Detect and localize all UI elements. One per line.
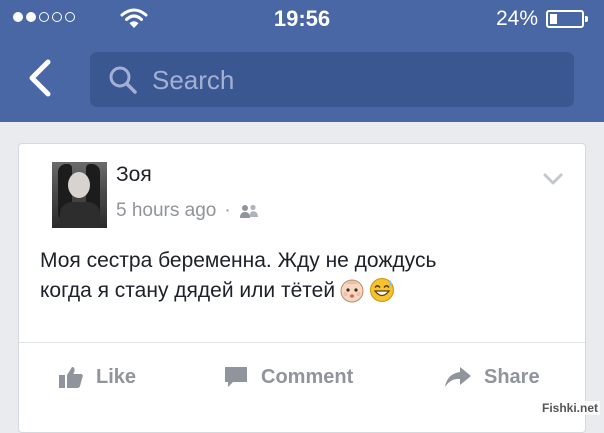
chevron-left-icon [29, 59, 51, 97]
post-meta: 5 hours ago · [116, 200, 259, 222]
share-icon [445, 367, 471, 387]
grinning-sweat-emoji-icon [370, 278, 395, 302]
friends-icon [239, 204, 258, 218]
author-name[interactable]: Зоя [116, 163, 152, 187]
post-text: Моя сестра беременна. Жду не дождусь ког… [40, 246, 560, 306]
post-timestamp[interactable]: 5 hours ago [116, 200, 216, 222]
post-text-segment: когда я стану дядей или тётей [40, 279, 336, 302]
battery-icon [546, 10, 588, 28]
baby-face-emoji-icon [340, 279, 364, 303]
post-text-line: Моя сестра беременна. Жду не дождусь [40, 249, 437, 272]
back-button[interactable] [22, 58, 62, 102]
share-label: Share [484, 365, 540, 388]
battery-percentage: 24% [495, 7, 538, 30]
app-header: 19:56 24% Search [0, 0, 604, 122]
thumbs-up-icon [59, 367, 83, 388]
search-icon [109, 66, 137, 94]
post-card: Зоя 5 hours ago · Моя сестра беременна. … [18, 143, 586, 433]
avatar-shirt [60, 202, 100, 228]
battery-nub [585, 16, 588, 22]
share-button[interactable]: Share [444, 365, 540, 389]
chevron-down-icon[interactable] [543, 172, 563, 186]
post-text-line: когда я стану дядей или тётей [40, 276, 560, 306]
like-button[interactable]: Like [58, 365, 136, 389]
watermark: Fishki.net [539, 401, 600, 415]
status-bar: 19:56 24% [0, 0, 604, 40]
comment-label: Comment [261, 365, 354, 388]
battery-level [550, 14, 557, 24]
like-label: Like [96, 365, 137, 388]
avatar-face [68, 172, 90, 198]
meta-separator: · [224, 200, 231, 221]
search-input[interactable]: Search [90, 52, 574, 107]
search-placeholder: Search [152, 65, 235, 95]
avatar[interactable] [52, 162, 107, 228]
comment-button[interactable]: Comment [223, 365, 353, 389]
comment-icon [225, 367, 247, 387]
post-action-bar: Like Comment Share [19, 342, 585, 423]
